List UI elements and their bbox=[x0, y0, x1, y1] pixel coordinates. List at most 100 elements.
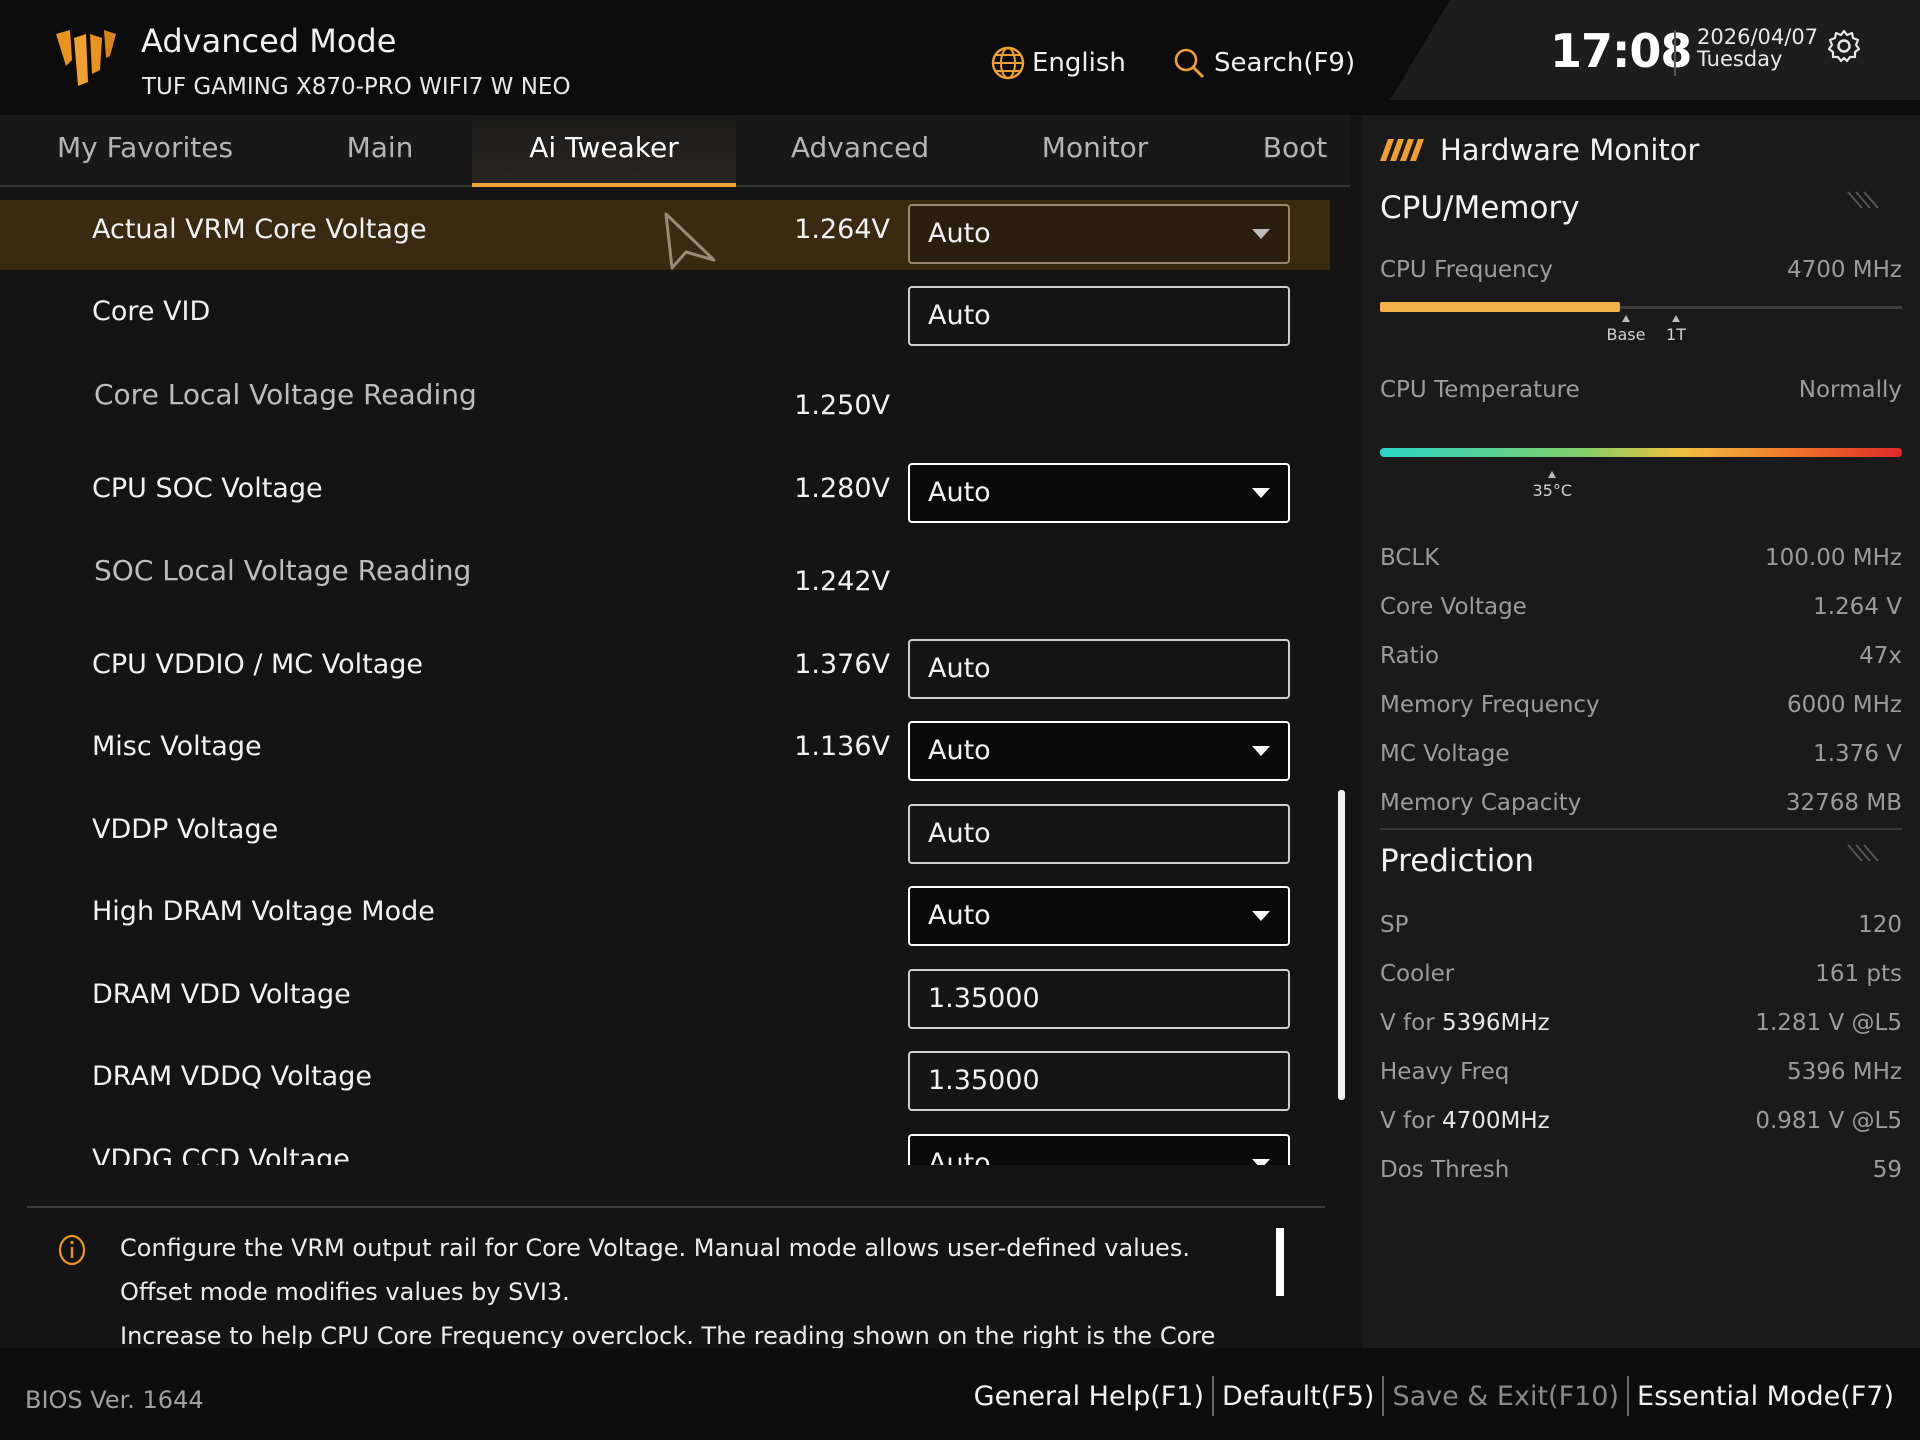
bios-version: BIOS Ver. 1644 bbox=[25, 1386, 204, 1414]
setting-row-vddg-ccd-voltage[interactable]: VDDG CCD Voltage Auto bbox=[0, 1130, 1330, 1165]
clock-date: 2026/04/07 Tuesday bbox=[1697, 26, 1818, 70]
default-button[interactable]: Default(F5) bbox=[1214, 1381, 1382, 1412]
prediction-cooler: Cooler 161 pts bbox=[1380, 961, 1902, 995]
stat-label-text: Cooler bbox=[1380, 961, 1455, 987]
stat-value: Normally bbox=[1798, 377, 1902, 403]
search-icon bbox=[1174, 48, 1205, 79]
dropdown-value: Auto bbox=[928, 477, 991, 508]
help-divider bbox=[27, 1206, 1325, 1208]
help-scrollbar[interactable] bbox=[1276, 1228, 1284, 1296]
setting-input[interactable]: Auto bbox=[908, 286, 1290, 346]
stat-label: CPU Frequency bbox=[1380, 257, 1553, 283]
clock-divider bbox=[1674, 30, 1676, 76]
setting-label: High DRAM Voltage Mode bbox=[92, 896, 435, 927]
language-label: English bbox=[1032, 48, 1126, 78]
main-tabs: My Favorites Main Ai Tweaker Advanced Mo… bbox=[0, 115, 1350, 187]
setting-dropdown[interactable]: Auto bbox=[908, 721, 1290, 781]
setting-input[interactable]: 1.35000 bbox=[908, 1051, 1290, 1111]
setting-label: CPU VDDIO / MC Voltage bbox=[92, 649, 424, 680]
setting-input[interactable]: 1.35000 bbox=[908, 969, 1290, 1029]
stat-label: V for 4700MHz bbox=[1380, 1108, 1550, 1134]
tab-monitor[interactable]: Monitor bbox=[1005, 115, 1185, 187]
stat-value: 100.00 MHz bbox=[1764, 545, 1902, 571]
date-value: 2026/04/07 bbox=[1697, 25, 1819, 49]
board-name: TUF GAMING X870-PRO WIFI7 W NEO bbox=[142, 74, 571, 100]
stat-memory-frequency: Memory Frequency 6000 MHz bbox=[1380, 692, 1902, 726]
setting-label: Core Local Voltage Reading bbox=[94, 378, 477, 411]
stat-label: Core Voltage bbox=[1380, 594, 1527, 620]
general-help-button[interactable]: General Help(F1) bbox=[966, 1381, 1212, 1412]
search-button[interactable]: Search(F9) bbox=[1172, 40, 1355, 86]
cpu-frequency-stat: CPU Frequency 4700 MHz bbox=[1380, 257, 1902, 291]
setting-label: Misc Voltage bbox=[92, 731, 262, 762]
setting-current-value: 1.376V bbox=[794, 649, 890, 680]
setting-row-cpu-vddio-mc-voltage[interactable]: CPU VDDIO / MC Voltage 1.376V Auto bbox=[0, 635, 1330, 705]
prediction-heavy-freq: Heavy Freq 5396 MHz bbox=[1380, 1059, 1902, 1093]
tab-my-favorites[interactable]: My Favorites bbox=[40, 115, 250, 187]
setting-current-value: 1.280V bbox=[794, 473, 890, 504]
stat-ratio: Ratio 47x bbox=[1380, 643, 1902, 677]
info-icon bbox=[58, 1234, 86, 1266]
stat-value: 32768 MB bbox=[1785, 790, 1902, 816]
chevron-down-icon bbox=[1252, 488, 1270, 498]
stat-label: Memory Capacity bbox=[1380, 790, 1582, 816]
chevron-down-icon bbox=[1252, 1159, 1270, 1165]
setting-label: Actual VRM Core Voltage bbox=[92, 214, 427, 245]
footer-actions: General Help(F1) Default(F5) Save & Exit… bbox=[966, 1376, 1902, 1416]
stat-value: 59 bbox=[1872, 1157, 1902, 1183]
essential-mode-button[interactable]: Essential Mode(F7) bbox=[1629, 1381, 1902, 1412]
setting-dropdown[interactable]: Auto bbox=[908, 886, 1290, 946]
settings-scrollbar[interactable] bbox=[1338, 790, 1345, 1100]
stat-label-freq: 4700MHz bbox=[1441, 1108, 1550, 1134]
stat-label: MC Voltage bbox=[1380, 741, 1510, 767]
header-bar: Advanced Mode TUF GAMING X870-PRO WIFI7 … bbox=[0, 0, 1920, 115]
help-panel: Configure the VRM output rail for Core V… bbox=[0, 1210, 1330, 1348]
setting-dropdown[interactable]: Auto bbox=[908, 463, 1290, 523]
weekday-value: Tuesday bbox=[1697, 47, 1783, 71]
chevron-down-icon bbox=[1252, 911, 1270, 921]
chevron-down-icon bbox=[1252, 746, 1270, 756]
stat-label: Ratio bbox=[1380, 643, 1440, 669]
stat-label: Dos Thresh bbox=[1380, 1157, 1509, 1183]
tab-main[interactable]: Main bbox=[300, 115, 460, 187]
save-exit-button[interactable]: Save & Exit(F10) bbox=[1384, 1381, 1627, 1412]
section-divider bbox=[1380, 828, 1902, 830]
dropdown-value: Auto bbox=[928, 735, 991, 766]
setting-input[interactable]: Auto bbox=[908, 639, 1290, 699]
tab-ai-tweaker[interactable]: Ai Tweaker bbox=[472, 115, 736, 187]
setting-dropdown[interactable]: Auto bbox=[908, 204, 1290, 264]
stat-label-text: V for bbox=[1380, 1108, 1442, 1134]
section-stripes-icon bbox=[1847, 191, 1879, 209]
setting-row-dram-vddq-voltage[interactable]: DRAM VDDQ Voltage 1.35000 bbox=[0, 1047, 1330, 1117]
setting-label: VDDG CCD Voltage bbox=[92, 1144, 350, 1165]
stat-label: Heavy Freq bbox=[1380, 1059, 1509, 1085]
setting-row-vddp-voltage[interactable]: VDDP Voltage Auto bbox=[0, 800, 1330, 870]
stat-label: BCLK bbox=[1380, 545, 1440, 571]
setting-row-soc-local-voltage-reading: SOC Local Voltage Reading 1.242V bbox=[0, 540, 1330, 610]
setting-reading-value: 1.242V bbox=[794, 566, 890, 597]
cpu-temperature-bar bbox=[1380, 448, 1902, 457]
language-button[interactable]: English bbox=[990, 40, 1126, 86]
stat-label: CPU Temperature bbox=[1380, 377, 1580, 403]
setting-input[interactable]: Auto bbox=[908, 804, 1290, 864]
setting-row-core-vid[interactable]: Core VID Auto bbox=[0, 282, 1330, 352]
prediction-section-title: Prediction bbox=[1380, 843, 1535, 879]
help-text: Configure the VRM output rail for Core V… bbox=[120, 1226, 1250, 1348]
setting-row-cpu-soc-voltage[interactable]: CPU SOC Voltage 1.280V Auto bbox=[0, 459, 1330, 529]
chevron-down-icon bbox=[1252, 229, 1270, 239]
setting-dropdown[interactable]: Auto bbox=[908, 1134, 1290, 1165]
tuf-logo bbox=[56, 30, 116, 86]
gear-icon[interactable] bbox=[1826, 28, 1862, 64]
setting-row-dram-vdd-voltage[interactable]: DRAM VDD Voltage 1.35000 bbox=[0, 965, 1330, 1035]
setting-row-high-dram-voltage-mode[interactable]: High DRAM Voltage Mode Auto bbox=[0, 882, 1330, 952]
stat-value: 0.981 V @L5 bbox=[1755, 1108, 1902, 1134]
stat-label-text: Dos Thresh bbox=[1380, 1157, 1510, 1183]
stat-value: 6000 MHz bbox=[1786, 692, 1902, 718]
dropdown-value: Auto bbox=[928, 1148, 991, 1165]
stat-label: V for 5396MHz bbox=[1380, 1010, 1550, 1036]
tab-boot[interactable]: Boot bbox=[1240, 115, 1350, 187]
stripes-icon bbox=[1380, 139, 1424, 161]
setting-row-misc-voltage[interactable]: Misc Voltage 1.136V Auto bbox=[0, 717, 1330, 787]
tab-advanced[interactable]: Advanced bbox=[770, 115, 950, 187]
stat-label: Memory Frequency bbox=[1380, 692, 1600, 718]
